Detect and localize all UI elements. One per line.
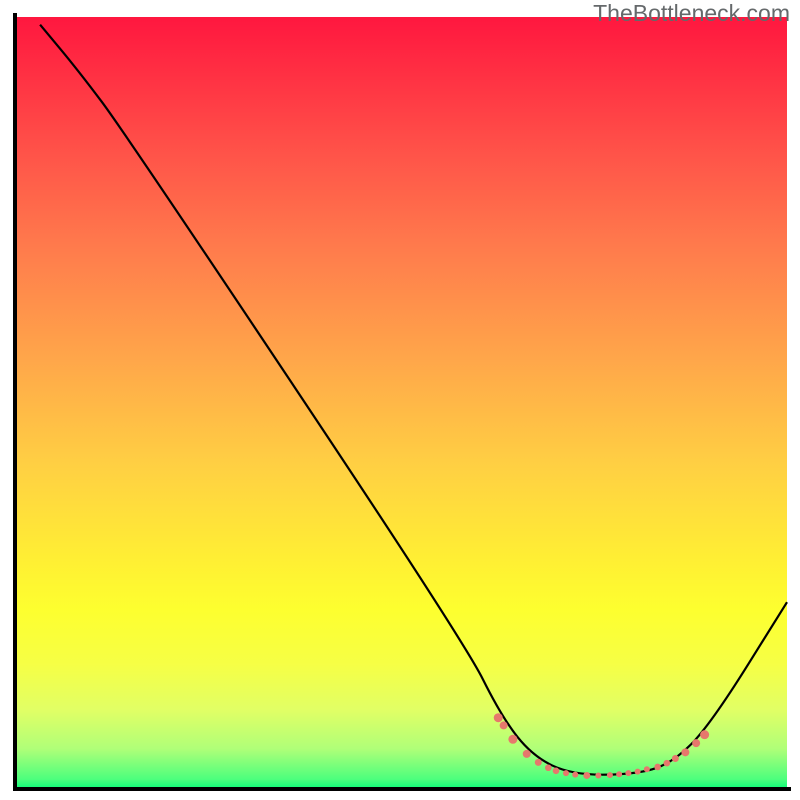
curve-path [40, 25, 787, 775]
curve-marker [535, 759, 542, 766]
curve-marker [625, 770, 631, 776]
curve-marker [672, 755, 679, 762]
curve-marker [563, 770, 569, 776]
curve-marker [595, 772, 601, 778]
curve-marker [616, 771, 622, 777]
curve-marker [523, 750, 531, 758]
curve-marker [692, 739, 700, 747]
curve-marker [664, 760, 671, 767]
curve-marker [494, 713, 503, 722]
chart-area [17, 17, 787, 787]
curve-marker [644, 766, 650, 772]
x-axis [13, 787, 791, 791]
curve-marker [583, 772, 590, 779]
curve-marker [545, 764, 552, 771]
curve-marker [553, 768, 560, 775]
watermark-text: TheBottleneck.com [593, 0, 790, 27]
curve-marker [572, 772, 578, 778]
curve-marker [500, 721, 508, 729]
curve-marker [700, 730, 709, 739]
curve-marker [635, 769, 641, 775]
curve-marker [654, 764, 661, 771]
y-axis [13, 13, 17, 791]
curve-marker [681, 748, 689, 756]
chart-svg [17, 17, 787, 787]
curve-marker [607, 772, 613, 778]
curve-marker [508, 735, 517, 744]
